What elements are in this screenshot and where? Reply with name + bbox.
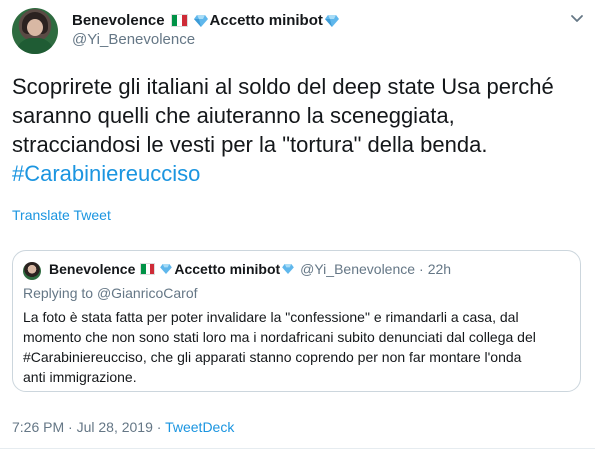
avatar-body	[16, 38, 54, 54]
dot-separator: ·	[156, 419, 162, 435]
blue-diamond-icon	[193, 14, 208, 27]
tweet-text-line: Scoprirete gli italiani al soldo del dee…	[12, 74, 554, 99]
tweet-text: Scoprirete gli italiani al soldo del dee…	[12, 72, 587, 188]
tweet-source-link[interactable]: TweetDeck	[165, 419, 234, 435]
replying-to-label: Replying to	[23, 285, 94, 301]
quoted-text-line: momento che non sono stati loro ma i nor…	[23, 329, 536, 345]
replying-to-line: Replying to @GianricoCarof	[23, 285, 198, 301]
tweet-footer: 7:26 PM · Jul 28, 2019 · TweetDeck	[12, 419, 234, 435]
author-handle[interactable]: @Yi_Benevolence	[72, 31, 195, 48]
quoted-author-avatar	[23, 262, 41, 280]
quoted-tweet-age: 22h	[427, 261, 452, 277]
avatar-face	[27, 19, 43, 36]
translate-tweet-link[interactable]: Translate Tweet	[12, 207, 111, 223]
blue-diamond-icon	[324, 14, 339, 27]
quoted-tweet-card[interactable]: Benevolence Accetto minibot @Yi_Benevole…	[12, 250, 581, 392]
tweet-time[interactable]: 7:26 PM	[12, 419, 64, 435]
quoted-text-line: #Carabiniereucciso, che gli apparati sta…	[23, 349, 522, 365]
chevron-down-icon[interactable]	[569, 10, 585, 26]
quoted-text-line: La foto è stata fatta per poter invalida…	[23, 309, 519, 325]
quoted-text-line: anti immigrazione.	[23, 369, 137, 385]
quoted-tweet-text: La foto è stata fatta per poter invalida…	[23, 307, 568, 387]
author-name-row[interactable]: Benevolence Accetto minibot	[72, 12, 341, 29]
italy-flag-icon	[140, 263, 156, 275]
tweet-text-line: saranno quelli che aiuteranno la scenegg…	[12, 103, 455, 128]
replying-to-mention: @GianricoCarof	[96, 285, 198, 301]
quoted-tweet-header: Benevolence Accetto minibot @Yi_Benevole…	[49, 261, 451, 277]
quoted-author-display-name: Benevolence	[49, 261, 136, 277]
author-display-name[interactable]: Benevolence	[72, 12, 165, 29]
hashtag-link[interactable]: #Carabiniereucciso	[12, 159, 587, 188]
author-avatar[interactable]	[12, 8, 58, 54]
quoted-author-display-name-suffix: Accetto minibot	[174, 261, 281, 277]
italy-flag-icon	[170, 14, 188, 27]
blue-diamond-icon	[282, 264, 294, 274]
dot-separator: ·	[419, 261, 424, 277]
dot-separator: ·	[68, 419, 73, 435]
blue-diamond-icon	[160, 264, 173, 274]
tweet-text-line: stracciandosi le vesti per la "tortura" …	[12, 132, 488, 157]
quoted-author-handle: @Yi_Benevolence	[300, 261, 416, 277]
tweet-date[interactable]: Jul 28, 2019	[77, 419, 153, 435]
author-display-name-suffix[interactable]: Accetto minibot	[210, 12, 323, 29]
